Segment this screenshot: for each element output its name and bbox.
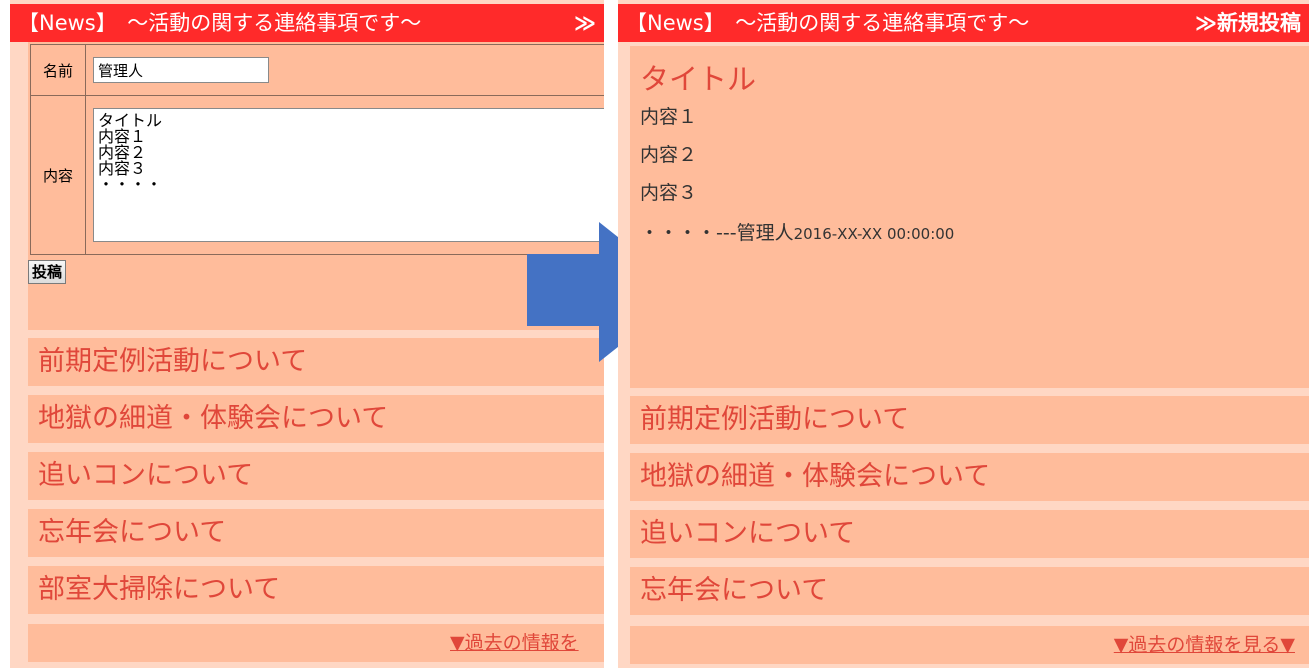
new-post-link[interactable]: ≫新規投稿	[1195, 4, 1301, 42]
post-line: 内容２	[640, 144, 698, 166]
submit-post-button[interactable]: 投稿	[28, 260, 67, 284]
post-last-line: ・・・・---管理人2016-XX-XX 00:00:00	[640, 218, 954, 245]
post-line: 内容３	[640, 182, 698, 204]
post-author: 管理人	[736, 222, 794, 244]
new-post-link[interactable]: ≫	[574, 4, 596, 42]
more-bar: ▼過去の情報を	[28, 624, 604, 662]
view-past-news-link[interactable]: ▼過去の情報を見る▼	[1114, 626, 1295, 664]
news-item[interactable]: 地獄の細道・体験会について	[630, 453, 1309, 501]
name-cell: 管理人	[85, 44, 604, 96]
more-bar: ▼過去の情報を見る▼	[630, 626, 1309, 664]
post-timestamp: 2016-XX-XX 00:00:00	[793, 225, 955, 243]
name-label: 名前	[30, 44, 86, 96]
news-item[interactable]: 忘年会について	[630, 567, 1309, 615]
news-item[interactable]: 追いコンについて	[630, 510, 1309, 558]
news-item[interactable]: 部室大掃除について	[28, 566, 604, 614]
post-title: タイトル	[640, 62, 757, 96]
news-panel-result: 【News】 ～活動の関する連絡事項です～ ≫新規投稿 タイトル 内容１ 内容２…	[618, 0, 1309, 668]
post-form: 名前 管理人 内容 タイトル 内容１ 内容２ 内容３ ・・・・	[30, 44, 604, 255]
news-item[interactable]: 前期定例活動について	[630, 396, 1309, 444]
post-form-area: 名前 管理人 内容 タイトル 内容１ 内容２ 内容３ ・・・・ 投稿	[28, 42, 604, 330]
news-header-title: 【News】 ～活動の関する連絡事項です～	[626, 11, 1030, 35]
post-display-area: タイトル 内容１ 内容２ 内容３ ・・・・---管理人2016-XX-XX 00…	[630, 46, 1309, 388]
news-item[interactable]: 忘年会について	[28, 509, 604, 557]
name-input[interactable]: 管理人	[93, 57, 269, 83]
body-label: 内容	[30, 95, 86, 255]
news-list: 前期定例活動について 地獄の細道・体験会について 追いコンについて 忘年会につい…	[630, 396, 1309, 624]
news-header-title: 【News】 ～活動の関する連絡事項です～	[18, 11, 422, 35]
news-header: 【News】 ～活動の関する連絡事項です～ ≫	[10, 4, 604, 42]
news-item[interactable]: 前期定例活動について	[28, 338, 604, 386]
view-past-news-link[interactable]: ▼過去の情報を	[450, 624, 579, 662]
news-item[interactable]: 追いコンについて	[28, 452, 604, 500]
news-panel-form: 【News】 ～活動の関する連絡事項です～ ≫ 名前 管理人 内容 タイトル 内…	[10, 0, 604, 668]
post-line: 内容１	[640, 106, 698, 128]
news-item[interactable]: 地獄の細道・体験会について	[28, 395, 604, 443]
post-ellipsis: ・・・・---	[640, 222, 737, 244]
news-header: 【News】 ～活動の関する連絡事項です～ ≫新規投稿	[618, 4, 1309, 42]
news-list: 前期定例活動について 地獄の細道・体験会について 追いコンについて 忘年会につい…	[28, 338, 604, 623]
